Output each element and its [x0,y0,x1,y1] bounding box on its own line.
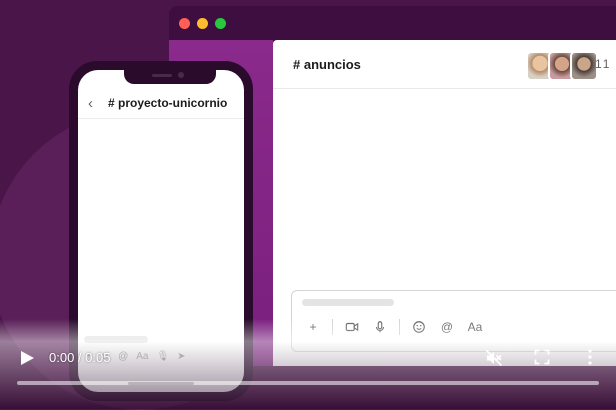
close-window-button[interactable] [179,18,190,29]
avatar [570,51,598,81]
video-time: 0:00 / 0:05 [49,350,111,365]
maximize-window-button[interactable] [215,18,226,29]
fullscreen-icon[interactable] [534,349,550,365]
minimize-window-button[interactable] [197,18,208,29]
channel-title[interactable]: # anuncios [293,57,361,72]
member-avatars[interactable] [526,51,598,81]
phone-channel-title[interactable]: # proyecto-unicornio [108,96,227,110]
phone-camera [178,72,184,78]
phone-channel-header: ‹ # proyecto-unicornio [78,92,244,119]
channel-header: # anuncios 11 [273,40,616,89]
phone-speaker [152,74,172,77]
video-progress-bar[interactable] [17,381,599,385]
phone-notch [124,70,216,84]
member-count[interactable]: 11 [595,57,611,71]
window-titlebar [169,6,616,40]
play-icon[interactable] [18,349,36,367]
video-controls-bar: 0:00 / 0:05 [0,329,616,409]
back-chevron-icon[interactable]: ‹ [88,95,93,112]
more-options-icon[interactable] [581,348,599,366]
composer-placeholder-line [302,299,394,306]
muted-volume-icon[interactable] [485,349,503,367]
channel-pane: # anuncios 11 + [273,40,616,366]
